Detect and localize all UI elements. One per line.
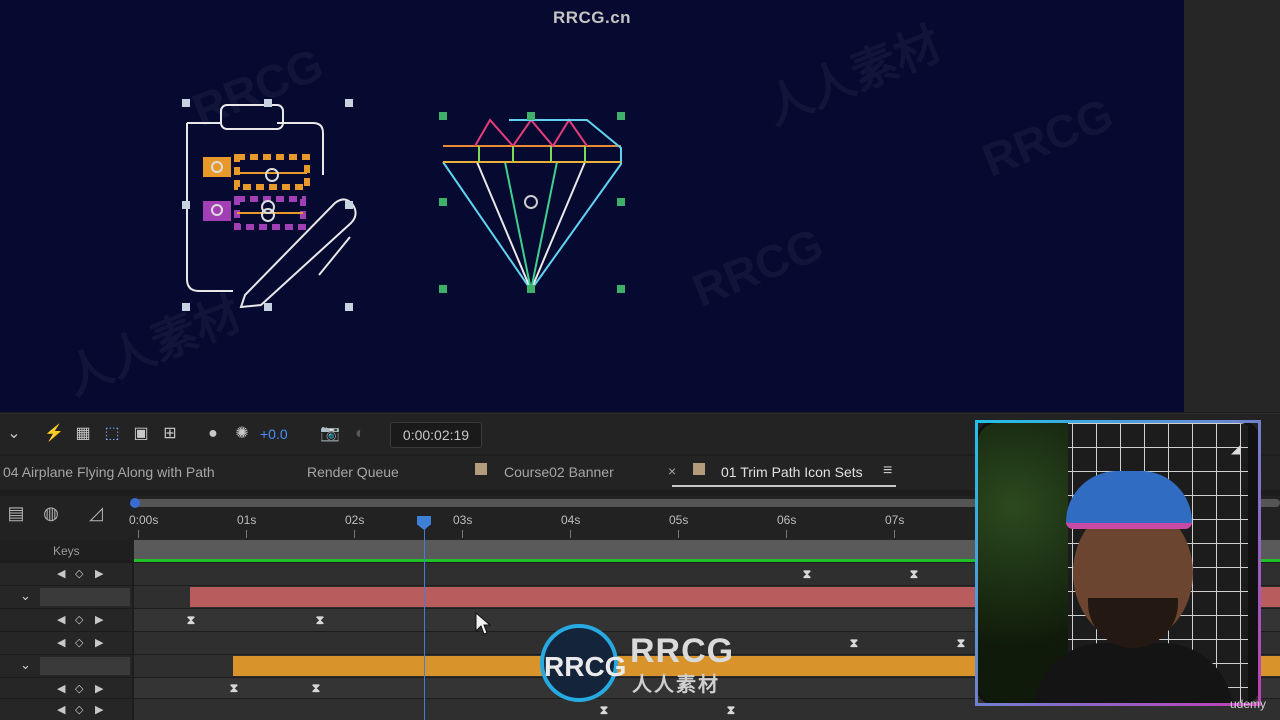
prev-keyframe-icon[interactable]: ◀ [57,682,65,695]
add-keyframe-icon[interactable]: ◇ [75,567,83,580]
add-keyframe-icon[interactable]: ◇ [75,703,83,716]
keyframe-marker[interactable]: ⧗ [314,614,326,626]
tick-mark [786,530,787,538]
fast-preview-icon[interactable]: ⚡ [44,424,64,444]
tick-label: 07s [885,513,905,527]
guides-grid-icon[interactable]: ⊞ [160,424,180,444]
next-keyframe-icon[interactable]: ▶ [95,613,103,626]
active-tab-indicator [672,485,896,487]
keys-column-label: Keys [53,544,80,558]
next-keyframe-icon[interactable]: ▶ [95,703,103,716]
chevron-down-icon[interactable]: ⌄ [20,588,31,604]
keyframe-marker[interactable]: ⧗ [310,682,322,694]
watermark-text: RRCG.cn [552,8,632,27]
tick-mark [462,530,463,538]
property-panel [0,632,132,654]
add-keyframe-icon[interactable]: ◇ [75,682,83,695]
add-keyframe-icon[interactable]: ◇ [75,613,83,626]
ghost-watermark: RRCG [685,217,831,317]
graph-editor-icon[interactable]: ◿ [85,502,107,524]
keyframe-marker[interactable]: ⧗ [848,637,860,649]
tick-mark [678,530,679,538]
tab-trim-path-icon-sets[interactable]: 01 Trim Path Icon Sets [721,464,863,480]
snapshot-camera-icon[interactable]: 📷 [320,424,340,444]
mask-path-visibility-icon[interactable]: ⬚ [102,424,122,444]
property-panel [0,609,132,631]
mouse-cursor-icon [475,612,491,635]
tick-mark [354,530,355,538]
tick-label: 06s [777,513,797,527]
tab-course02-banner[interactable]: Course02 Banner [504,464,614,480]
tick-label: 02s [345,513,365,527]
tick-label: 0:00s [129,513,159,527]
composition-mini-flowchart-icon[interactable]: ▤ [5,502,27,524]
show-snapshot-icon[interactable]: ◐ [350,424,370,444]
rrcg-logo: RRCG [540,624,626,702]
next-keyframe-icon[interactable]: ▶ [95,682,103,695]
tick-mark [246,530,247,538]
transparency-grid-icon[interactable]: ▦ [73,424,93,444]
composition-color-swatch [475,463,487,475]
webcam-logo-icon: ◢ [1231,442,1241,456]
diamond-icon[interactable] [435,108,630,298]
property-panel [0,678,132,698]
rrcg-logo-text: RRCG [630,632,735,670]
tick-label: 03s [453,513,473,527]
udemy-brand: udemy [1230,697,1267,711]
show-channel-icon[interactable]: ● [203,424,223,444]
keyframe-marker[interactable]: ⧗ [955,637,967,649]
property-panel [0,563,132,585]
next-keyframe-icon[interactable]: ▶ [95,567,103,580]
prev-keyframe-icon[interactable]: ◀ [57,703,65,716]
ghost-watermark: RRCG [975,87,1121,187]
tab-render-queue[interactable]: Render Queue [307,464,399,480]
work-area-start-handle[interactable] [130,498,140,508]
layer-name-field[interactable] [40,657,130,675]
tick-mark [570,530,571,538]
close-icon[interactable]: × [668,463,676,479]
property-panel [0,699,132,720]
next-keyframe-icon[interactable]: ▶ [95,636,103,649]
region-of-interest-icon[interactable]: ▣ [131,424,151,444]
playhead-line [424,522,425,720]
prev-keyframe-icon[interactable]: ◀ [57,567,65,580]
tab-airplane-flying[interactable]: 04 Airplane Flying Along with Path [3,464,215,480]
keyframe-marker[interactable]: ⧗ [908,568,920,580]
clipboard-pen-icon[interactable] [175,95,365,315]
chevron-down-icon[interactable]: ⌄ [4,424,24,444]
add-keyframe-icon[interactable]: ◇ [75,636,83,649]
panel-menu-icon[interactable]: ≡ [883,462,892,480]
draft-3d-icon[interactable]: ◍ [40,502,62,524]
composition-viewer[interactable]: RRCG.cn RRCG RRCG RRCG 人人素材 人人素材 [0,0,1184,412]
tick-label: 05s [669,513,689,527]
color-management-icon[interactable]: ✺ [232,424,252,444]
current-time-display[interactable]: 0:00:02:19 [390,422,482,448]
prev-keyframe-icon[interactable]: ◀ [57,636,65,649]
viewer-side-panel [1184,0,1280,412]
presenter-webcam [975,420,1261,706]
keyframe-marker[interactable]: ⧗ [801,568,813,580]
keyframe-marker[interactable]: ⧗ [228,682,240,694]
keyframe-marker[interactable]: ⧗ [598,704,610,716]
composition-color-swatch [693,463,705,475]
chevron-down-icon[interactable]: ⌄ [20,657,31,673]
exposure-value[interactable]: +0.0 [260,426,288,442]
tick-label: 01s [237,513,257,527]
tick-label: 04s [561,513,581,527]
tick-mark [138,530,139,538]
layer-name-field[interactable] [40,588,130,606]
keyframe-marker[interactable]: ⧗ [725,704,737,716]
rrcg-logo-subtitle: 人人素材 [632,674,720,696]
tick-mark [894,530,895,538]
prev-keyframe-icon[interactable]: ◀ [57,613,65,626]
keyframe-marker[interactable]: ⧗ [185,614,197,626]
